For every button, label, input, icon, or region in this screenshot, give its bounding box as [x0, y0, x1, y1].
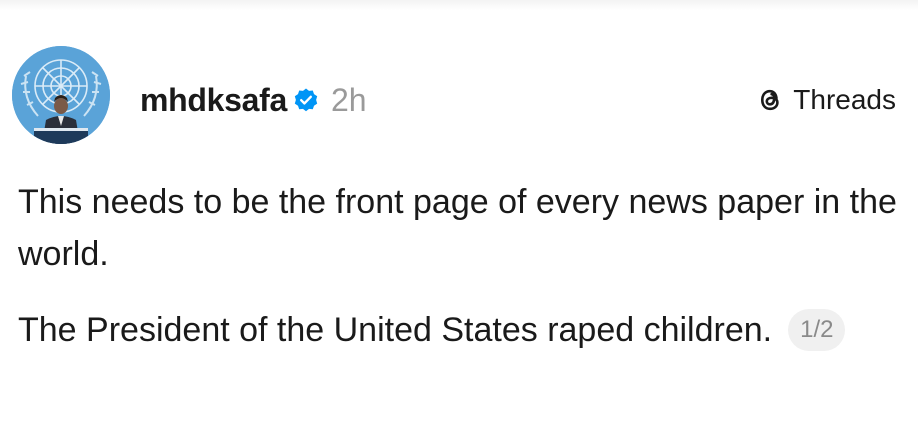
username[interactable]: mhdksafa	[140, 82, 287, 119]
post-paragraph-1: This needs to be the front page of every…	[18, 183, 897, 273]
timestamp: 2h	[331, 81, 367, 118]
thread-counter-badge[interactable]: 1/2	[788, 309, 846, 351]
threads-post-card: mhdksafa 2h Threads This needs to be the…	[0, 0, 918, 422]
verified-badge-icon	[293, 87, 319, 113]
post-header: mhdksafa 2h	[140, 78, 367, 122]
avatar-image	[12, 46, 110, 144]
top-divider	[0, 0, 918, 10]
threads-icon	[755, 85, 785, 115]
avatar[interactable]	[12, 46, 110, 144]
post-paragraph-2: The President of the United States raped…	[18, 304, 898, 356]
post-paragraph-2-text: The President of the United States raped…	[18, 311, 773, 349]
platform-badge: Threads	[755, 80, 896, 120]
platform-label: Threads	[793, 84, 896, 115]
